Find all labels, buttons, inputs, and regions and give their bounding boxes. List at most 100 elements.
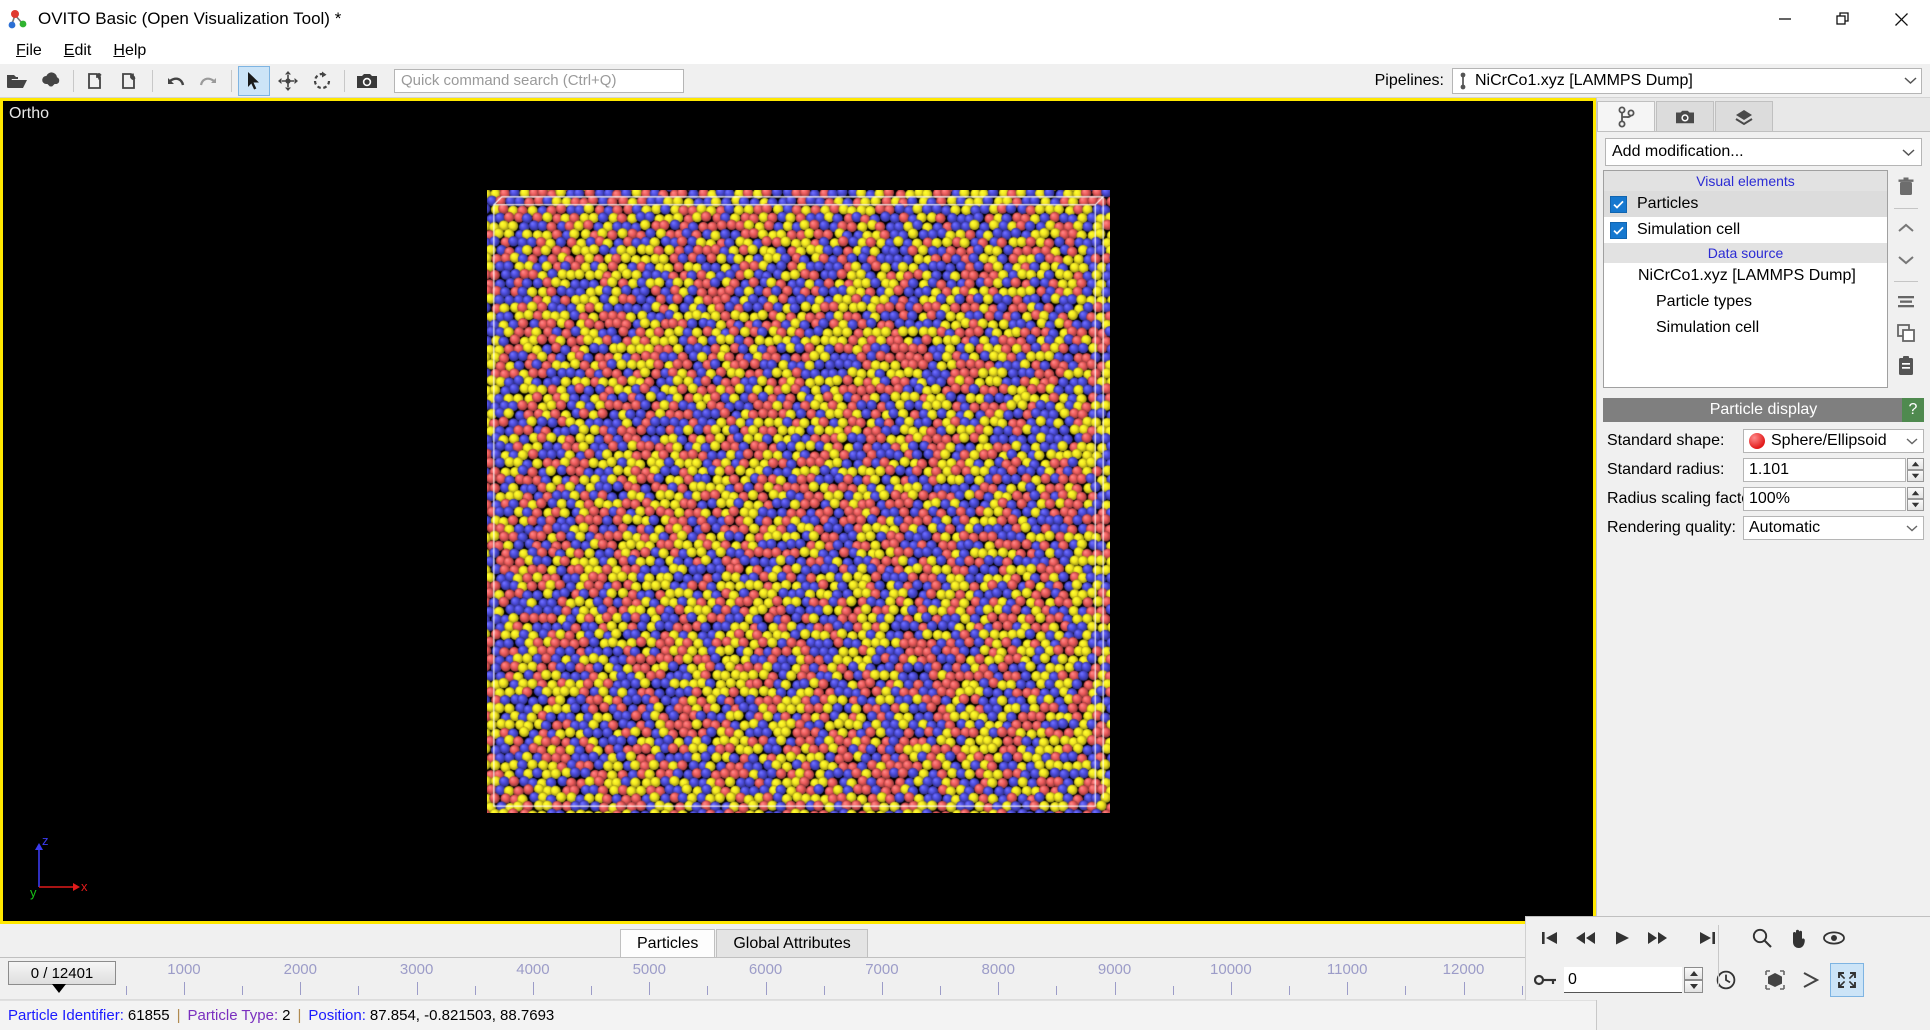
standard-radius-label: Standard radius:	[1607, 460, 1725, 478]
load-session-button[interactable]	[80, 66, 112, 96]
timeline-track[interactable]: 1000 2000 3000 4000 5000 6000 7000 8000 9000 1000…	[120, 958, 1588, 999]
pipeline-tree[interactable]: Visual elements Particles Simulation cel…	[1603, 170, 1888, 388]
rotate-mode-button[interactable]	[306, 66, 338, 96]
zoom-scene-extents-button[interactable]	[1758, 963, 1792, 997]
ortho-viewport[interactable]: Ortho z x y	[3, 101, 1593, 921]
axis-tripod: z x y	[25, 831, 95, 901]
standard-shape-combo[interactable]: Sphere/Ellipsoid	[1743, 428, 1924, 453]
timeline-tick-major	[881, 982, 883, 995]
animation-settings-button[interactable]	[1709, 963, 1743, 997]
delete-modifier-button[interactable]	[1890, 172, 1922, 202]
timeline-tick-major	[532, 982, 534, 995]
viewport-container[interactable]: Ortho z x y	[0, 98, 1596, 924]
pipeline-item-simulation-cell[interactable]: Simulation cell	[1604, 217, 1887, 243]
menu-file[interactable]: File	[6, 40, 52, 62]
standard-radius-spinner[interactable]	[1907, 457, 1924, 482]
pipeline-item-particle-types[interactable]: Particle types	[1604, 289, 1887, 315]
move-up-button[interactable]	[1890, 213, 1922, 243]
svg-text:x: x	[81, 879, 88, 894]
redo-button[interactable]	[193, 66, 225, 96]
chevron-down-icon	[1906, 437, 1918, 445]
paste-pipeline-button[interactable]	[1890, 350, 1922, 380]
copy-pipeline-button[interactable]	[1890, 318, 1922, 348]
frame-spinner[interactable]	[1684, 967, 1703, 993]
timeline-tick-label: 3000	[399, 961, 434, 978]
tab-render[interactable]	[1656, 101, 1714, 131]
spinner-down-icon[interactable]	[1907, 498, 1924, 511]
pipeline-item-particles[interactable]: Particles	[1604, 191, 1887, 217]
goto-start-button[interactable]	[1533, 921, 1567, 955]
timeline-tick-major	[416, 982, 418, 995]
main-toolbar: Quick command search (Ctrl+Q) Pipelines:…	[0, 64, 1930, 98]
side-divider-1	[1894, 208, 1918, 209]
auto-key-icon[interactable]	[1534, 972, 1558, 988]
tab-global-attributes[interactable]: Global Attributes	[716, 929, 868, 957]
next-frame-button[interactable]	[1641, 921, 1675, 955]
side-divider-2	[1894, 281, 1918, 282]
status-position-label: Position:	[308, 1007, 366, 1024]
save-session-button[interactable]	[114, 66, 146, 96]
timeline-tick-major	[765, 982, 767, 995]
field-of-view-button[interactable]	[1794, 963, 1828, 997]
minimize-button[interactable]	[1756, 0, 1814, 38]
zoom-tool-button[interactable]	[1745, 921, 1779, 955]
orbit-tool-button[interactable]	[1817, 921, 1851, 955]
timeline-tick-minor	[1521, 986, 1523, 995]
play-button[interactable]	[1605, 921, 1639, 955]
spinner-up-icon[interactable]	[1907, 457, 1924, 470]
standard-shape-row: Standard shape: Sphere/Ellipsoid	[1603, 426, 1924, 455]
radius-scaling-input[interactable]: 100%	[1743, 486, 1906, 511]
pipeline-item-source-file[interactable]: NiCrCo1.xyz [LAMMPS Dump]	[1604, 263, 1887, 289]
timeline-tick-label: 7000	[865, 961, 899, 978]
spinner-up-icon[interactable]	[1907, 486, 1924, 499]
render-button[interactable]	[351, 66, 383, 96]
undo-button[interactable]	[159, 66, 191, 96]
menu-help[interactable]: Help	[103, 40, 156, 62]
spinner-down-icon[interactable]	[1907, 469, 1924, 482]
animation-timeline[interactable]: 0 / 12401 1000 2000 3000 4000 5000 6000 7000 80…	[0, 958, 1596, 1000]
toolbar-separator-2	[152, 69, 153, 92]
menu-edit[interactable]: Edit	[54, 40, 102, 62]
timeline-tick-label: 10000	[1210, 961, 1252, 978]
add-modification-combo[interactable]: Add modification...	[1605, 138, 1922, 166]
translate-mode-button[interactable]	[272, 66, 304, 96]
tab-overlays[interactable]	[1715, 101, 1773, 131]
help-button[interactable]: ?	[1902, 398, 1924, 422]
timeline-playhead-marker[interactable]	[52, 984, 66, 993]
toggle-modifier-button[interactable]	[1890, 286, 1922, 316]
standard-radius-input[interactable]: 1.101	[1743, 457, 1906, 482]
simulation-cell-visibility-checkbox[interactable]	[1610, 221, 1627, 239]
pipeline-combo[interactable]: NiCrCo1.xyz [LAMMPS Dump]	[1452, 67, 1922, 94]
current-frame-indicator[interactable]: 0 / 12401	[8, 961, 116, 985]
pan-tool-button[interactable]	[1781, 921, 1815, 955]
radius-scaling-spinner[interactable]	[1907, 486, 1924, 511]
maximize-viewport-button[interactable]	[1830, 963, 1864, 997]
pipeline-item-simulation-cell-source[interactable]: Simulation cell	[1604, 315, 1887, 341]
particle-display-header[interactable]: Particle display ?	[1603, 398, 1924, 422]
select-mode-button[interactable]	[238, 65, 270, 96]
spinner-down-icon[interactable]	[1684, 980, 1703, 993]
frame-number-input[interactable]: 0	[1564, 967, 1682, 993]
timeline-tick-major	[1347, 982, 1349, 995]
import-remote-file-button[interactable]	[35, 66, 67, 96]
search-input[interactable]: Quick command search (Ctrl+Q)	[394, 68, 684, 93]
move-down-button[interactable]	[1890, 245, 1922, 275]
open-file-button[interactable]	[1, 66, 33, 96]
tab-particles[interactable]: Particles	[620, 929, 716, 957]
particles-visibility-checkbox[interactable]	[1610, 195, 1627, 213]
spinner-up-icon[interactable]	[1684, 967, 1703, 980]
main-body: Ortho z x y Particles Global Attributes …	[0, 98, 1930, 1030]
restore-button[interactable]	[1814, 0, 1872, 38]
close-button[interactable]	[1872, 0, 1930, 38]
status-particle-identifier-label: Particle Identifier:	[8, 1007, 124, 1024]
viewport-label[interactable]: Ortho	[9, 105, 49, 123]
previous-frame-button[interactable]	[1569, 921, 1603, 955]
tab-pipeline[interactable]	[1597, 101, 1655, 131]
timeline-tick-label: 9000	[1097, 961, 1132, 978]
status-particle-type-label: Particle Type:	[187, 1007, 279, 1024]
title-bar-left: OVITO Basic (Open Visualization Tool) *	[0, 8, 341, 30]
timeline-tick-minor	[591, 986, 593, 995]
status-separator-1: |	[176, 1007, 181, 1024]
svg-text:z: z	[42, 833, 49, 848]
rendering-quality-combo[interactable]: Automatic	[1743, 515, 1924, 540]
